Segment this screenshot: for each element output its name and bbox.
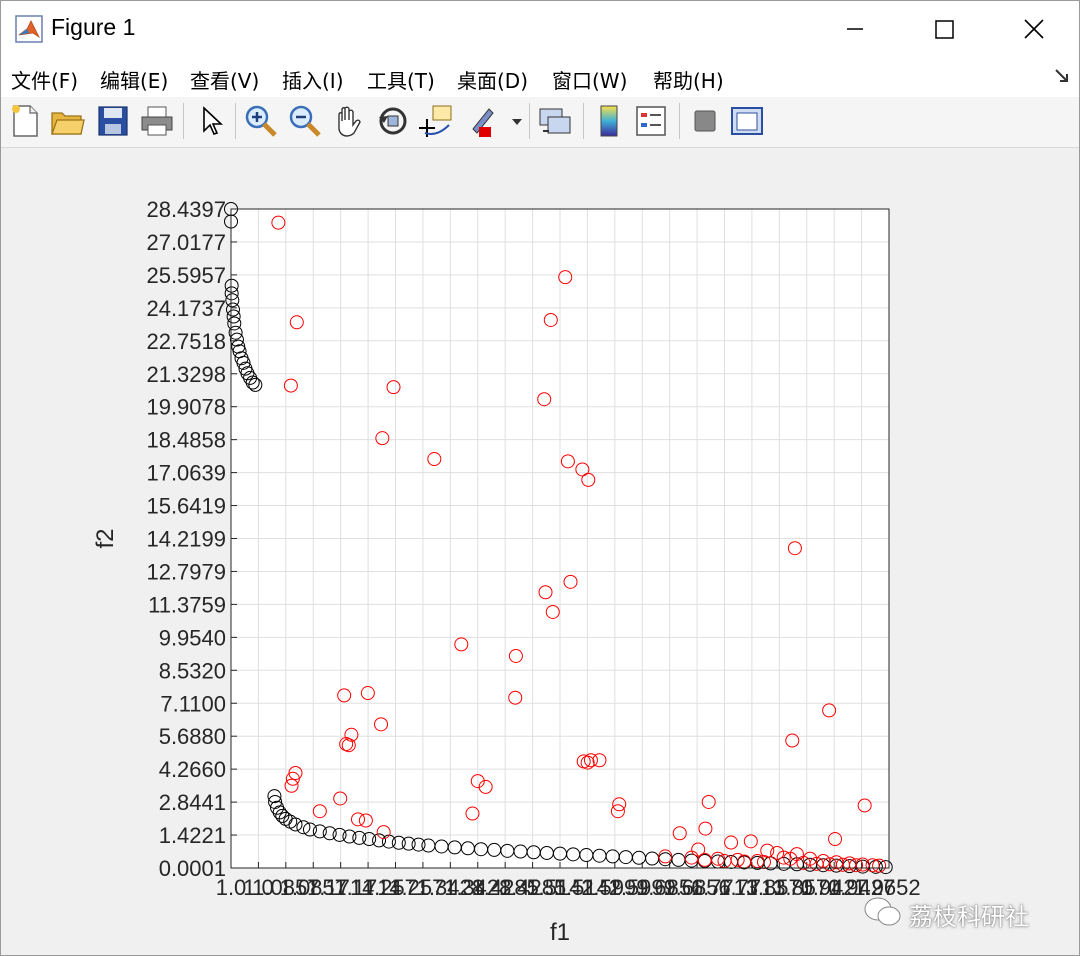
watermark-text: 荔枝科研社 [909, 903, 1029, 931]
toolbar-separator [235, 103, 236, 139]
y-tick-label: 27.0177 [146, 230, 226, 255]
hide-plot-tools-icon[interactable] [687, 103, 723, 139]
menu-help[interactable]: 帮助(H) [653, 65, 724, 94]
y-tick-label: 19.9078 [146, 395, 226, 420]
x-axis-label: f1 [550, 919, 570, 946]
y-tick-label: 12.7979 [146, 559, 226, 584]
y-tick-label: 9.9540 [159, 625, 226, 650]
save-icon[interactable] [95, 103, 131, 139]
y-tick-label: 4.2660 [159, 757, 226, 782]
y-tick-label: 1.4221 [159, 823, 226, 848]
show-plot-tools-icon[interactable] [729, 103, 765, 139]
y-tick-label: 18.4858 [146, 428, 226, 453]
grid-lines [231, 209, 889, 868]
close-button[interactable] [989, 1, 1079, 57]
matlab-icon [15, 15, 43, 43]
y-tick-label: 14.2199 [146, 527, 226, 552]
toolbar-separator [583, 103, 584, 139]
wechat-icon [864, 897, 901, 926]
colorbar-icon[interactable] [591, 103, 627, 139]
y-axis-label: f2 [92, 528, 119, 548]
y-tick-label: 28.4397 [146, 197, 226, 222]
pan-icon[interactable] [331, 103, 367, 139]
y-tick-label: 8.5320 [159, 658, 226, 683]
x-tick-label: 1.0 [216, 875, 247, 900]
watermark: 荔枝科研社 [863, 893, 1063, 933]
window-title: Figure 1 [51, 14, 136, 40]
legend-icon[interactable] [633, 103, 669, 139]
scatter-chart[interactable]: 0.00011.42212.84414.26605.68807.11008.53… [1, 148, 1079, 955]
y-tick-label: 7.1100 [160, 691, 226, 716]
minimize-button[interactable] [809, 1, 899, 57]
menu-tools[interactable]: 工具(T) [367, 65, 435, 94]
chevron-down-icon[interactable] [510, 117, 524, 127]
menu-bar: 文件(F) 编辑(E) 查看(V) 插入(I) 工具(T) 桌面(D) 窗口(W… [1, 57, 1079, 97]
menu-view[interactable]: 查看(V) [190, 65, 259, 94]
toolbar-separator [679, 103, 680, 139]
rotate-3d-icon[interactable] [375, 103, 411, 139]
menu-file[interactable]: 文件(F) [11, 65, 78, 94]
toolbar [1, 97, 1079, 148]
zoom-out-icon[interactable] [287, 103, 323, 139]
y-tick-label: 11.3759 [148, 592, 226, 617]
y-tick-label: 15.6419 [146, 494, 226, 519]
toolbar-separator [529, 103, 530, 139]
dock-arrow-icon[interactable] [1053, 67, 1071, 85]
open-file-icon[interactable] [49, 103, 85, 139]
maximize-button[interactable] [899, 1, 989, 57]
menu-window[interactable]: 窗口(W) [552, 65, 627, 94]
data-cursor-icon[interactable] [419, 103, 455, 139]
new-figure-icon[interactable] [7, 103, 43, 139]
y-tick-label: 22.7518 [146, 329, 226, 354]
print-icon[interactable] [139, 103, 175, 139]
y-tick-label: 2.8441 [159, 790, 226, 815]
y-tick-label: 17.0639 [146, 461, 226, 486]
y-tick-label: 21.3298 [146, 362, 226, 387]
title-bar[interactable]: Figure 1 [1, 1, 1079, 57]
menu-insert[interactable]: 插入(I) [282, 65, 344, 94]
y-tick-label: 24.1737 [146, 296, 226, 321]
menu-desktop[interactable]: 桌面(D) [457, 65, 528, 94]
menu-edit[interactable]: 编辑(E) [100, 65, 168, 94]
pointer-icon[interactable] [193, 103, 229, 139]
zoom-in-icon[interactable] [243, 103, 279, 139]
link-plot-icon[interactable] [537, 103, 573, 139]
y-tick-label: 25.5957 [146, 263, 226, 288]
figure-window: Figure 1 文件(F) 编辑(E) 查看(V) 插入(I) 工具(T) 桌… [0, 0, 1080, 956]
toolbar-separator [183, 103, 184, 139]
brush-icon[interactable] [463, 103, 499, 139]
y-tick-label: 5.6880 [159, 724, 226, 749]
